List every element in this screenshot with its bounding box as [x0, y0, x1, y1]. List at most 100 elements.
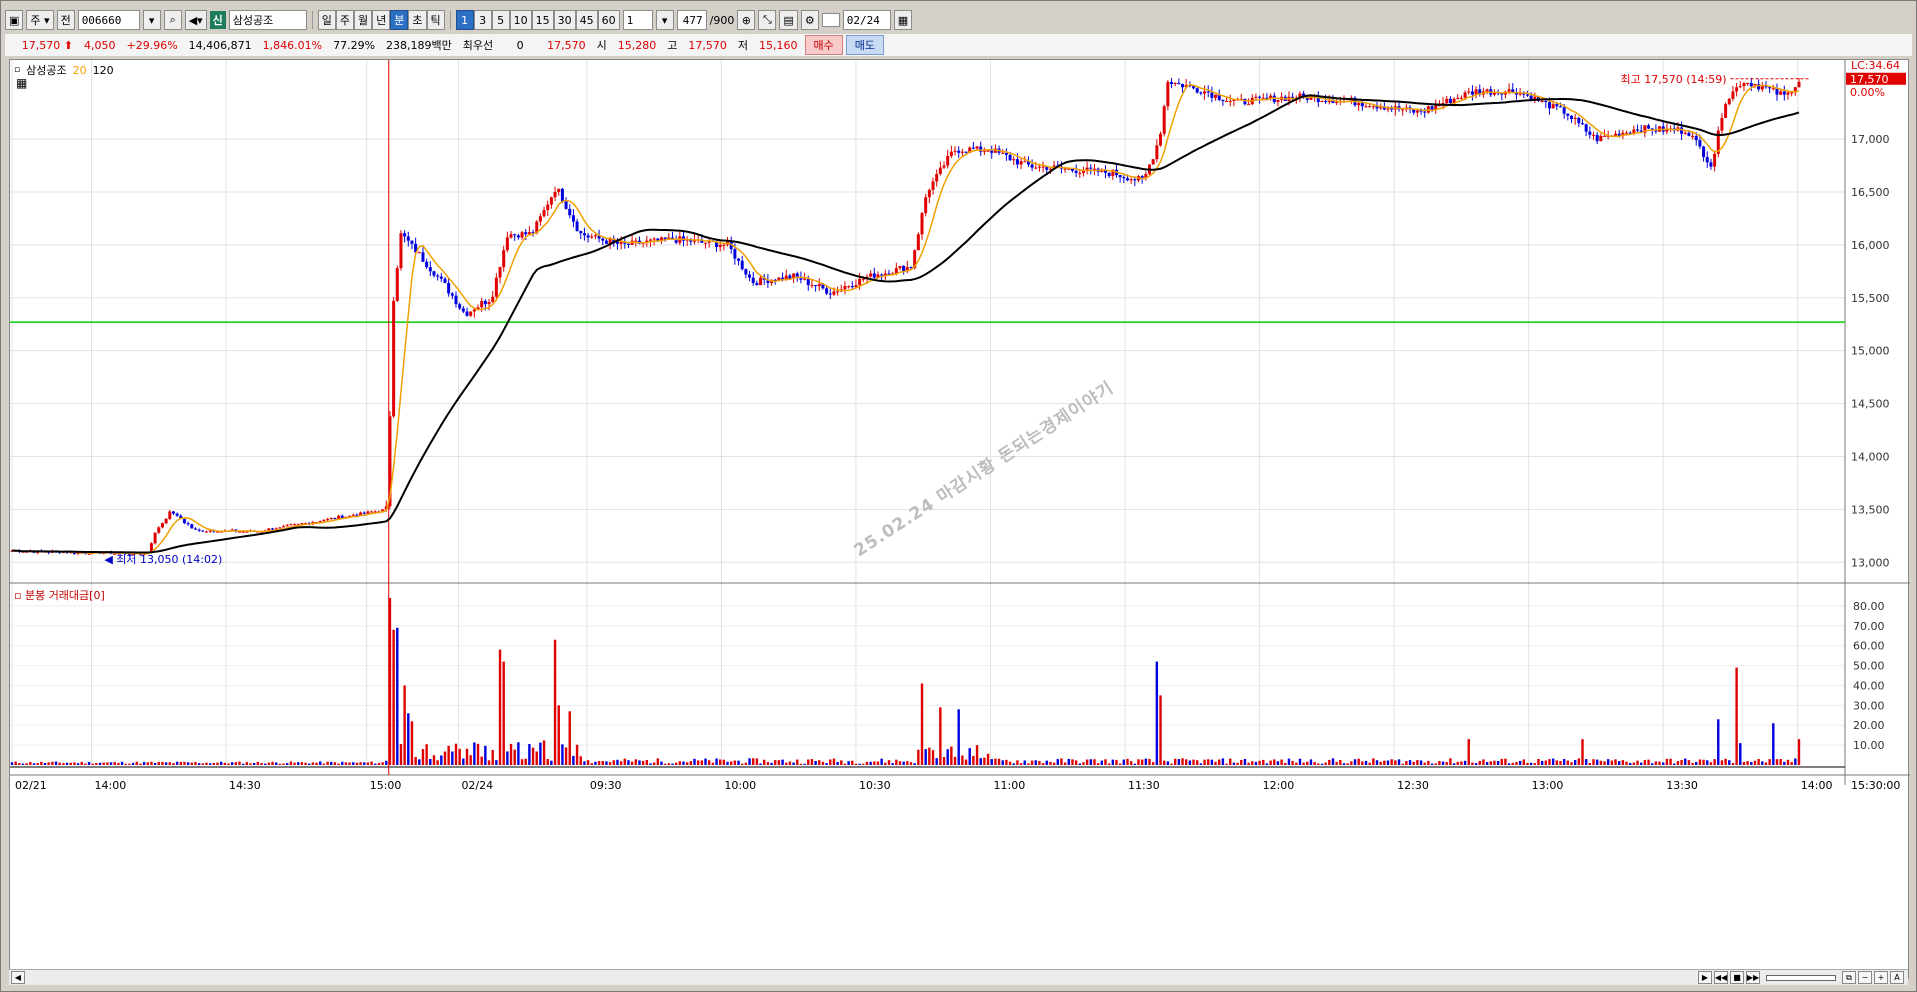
buy-button[interactable]: 매수 — [804, 35, 843, 55]
candle-body — [494, 277, 498, 297]
volume-bar — [832, 758, 836, 765]
gear-icon[interactable]: ⚙ — [800, 10, 819, 30]
minus-icon[interactable]: − — [1858, 971, 1872, 984]
volume-bar — [366, 762, 370, 765]
play-icon[interactable]: ▶ — [1698, 971, 1712, 984]
tab-4[interactable]: 분 — [390, 10, 409, 30]
volume-bar — [1023, 760, 1026, 765]
code-input[interactable]: 006660 — [77, 10, 140, 30]
date-checkbox[interactable] — [821, 13, 840, 27]
volume-bar — [1229, 758, 1232, 765]
volume-bar — [1397, 759, 1401, 765]
interval-60[interactable]: 60 — [597, 10, 620, 30]
candle-body — [920, 213, 924, 235]
scroll-left-icon[interactable]: ◀ — [11, 971, 25, 984]
interval-3[interactable]: 3 — [473, 10, 492, 30]
tab-1[interactable]: 주 — [335, 10, 355, 30]
candle-body — [1636, 129, 1640, 131]
interval-30[interactable]: 30 — [553, 10, 576, 30]
volume-bar — [469, 755, 472, 765]
candle-body — [509, 234, 513, 238]
volume-bar — [1302, 762, 1305, 765]
x-tick-label: 09:30 — [590, 779, 622, 792]
interval-15[interactable]: 15 — [531, 10, 554, 30]
volume-bar — [685, 762, 689, 765]
chevron-down-icon[interactable]: ▾ — [655, 10, 674, 30]
candle-body — [1507, 89, 1511, 92]
grid-icon[interactable]: ▦ — [16, 76, 27, 90]
interval-5[interactable]: 5 — [491, 10, 510, 30]
candle-body — [1459, 97, 1463, 99]
custom-interval-input[interactable]: 1 — [622, 10, 653, 30]
font-icon[interactable]: A — [1890, 971, 1904, 984]
volume-bar — [186, 762, 190, 765]
volume-bar — [447, 745, 450, 765]
volume-bar — [267, 762, 271, 765]
candle-body — [351, 514, 355, 516]
volume-bar — [1067, 758, 1070, 765]
search-icon[interactable]: ⌕ — [163, 10, 182, 30]
volume-bar — [909, 762, 913, 765]
price-tick-label: 15,500 — [1851, 292, 1890, 305]
tab-2[interactable]: 월 — [354, 10, 373, 30]
candle-body — [1558, 106, 1562, 108]
high-annotation: 최고 17,570 (14:59) — [1620, 73, 1726, 86]
date-input[interactable]: 02/24 — [842, 10, 891, 30]
calendar-icon[interactable]: ▦ — [893, 10, 913, 30]
tab-3[interactable]: 년 — [372, 10, 391, 30]
volume-bar — [1731, 762, 1735, 765]
volume-bar — [1452, 763, 1456, 765]
rewind-icon[interactable]: ◀◀ — [1714, 971, 1728, 984]
price-tick-label: 16,000 — [1851, 239, 1890, 252]
tab-0[interactable]: 일 — [317, 10, 336, 30]
tab-5[interactable]: 초 — [408, 10, 427, 30]
candle-body — [436, 275, 440, 277]
fast-forward-icon[interactable]: ▶▶ — [1746, 971, 1760, 984]
window-icon[interactable]: ▣ — [5, 10, 24, 30]
crosshair-icon[interactable]: ⤡ — [758, 10, 777, 30]
volume-bar — [1284, 762, 1287, 765]
volume-bar — [1651, 763, 1654, 765]
volume-bar — [1555, 760, 1559, 765]
volume-bar — [495, 760, 498, 765]
sell-button[interactable]: 매도 — [845, 35, 885, 55]
prev-button[interactable]: 전 — [56, 10, 75, 30]
volume-bar — [1085, 759, 1089, 765]
candle-body — [1551, 104, 1555, 109]
volume-bar — [674, 762, 678, 765]
volume-bar — [370, 761, 373, 765]
interval-10[interactable]: 10 — [509, 10, 532, 30]
stock-name-field[interactable]: 삼성공조 — [228, 10, 307, 30]
stop-icon[interactable]: ■ — [1730, 971, 1744, 984]
zoom-in-icon[interactable]: ⊕ — [737, 10, 756, 30]
save-icon[interactable]: ▤ — [779, 10, 798, 30]
volume-bar — [249, 763, 252, 765]
chart-area[interactable]: 13,000 13,500 14,000 14,500 15,000 15,500 16,0… — [9, 59, 1910, 980]
candle-body — [1749, 82, 1753, 87]
volume-bar — [157, 761, 160, 765]
candle-body — [461, 308, 465, 312]
volume-bar — [1537, 758, 1540, 765]
plus-icon[interactable]: + — [1874, 971, 1888, 984]
volume-bar — [649, 763, 652, 765]
volume-bar — [95, 763, 98, 765]
volume-bar — [1768, 759, 1771, 765]
candle-body — [502, 250, 506, 268]
dropdown-arrow-icon[interactable]: ▾ — [142, 10, 161, 30]
x-tick-label: 11:00 — [994, 779, 1026, 792]
count-input[interactable]: 477 — [676, 10, 707, 30]
volume-bar — [1786, 759, 1790, 765]
layout-icon[interactable]: ⧉ — [1842, 971, 1856, 984]
speaker-icon[interactable]: ◀▾ — [184, 10, 207, 30]
candle-body — [1698, 140, 1702, 147]
volume-bar — [858, 763, 861, 765]
period-select[interactable]: 주 ▾ — [26, 10, 54, 30]
interval-1[interactable]: 1 — [455, 10, 474, 30]
volume-bar — [1434, 763, 1437, 765]
interval-45[interactable]: 45 — [575, 10, 598, 30]
zoom-slider[interactable] — [1766, 974, 1836, 981]
scrollbar[interactable]: ◀ ▶ ◀◀ ■ ▶▶ ⧉ − + A — [9, 969, 1908, 985]
candlestick-chart[interactable]: 13,000 13,500 14,000 14,500 15,000 15,500 16,0… — [10, 60, 1910, 980]
volume-bar — [924, 749, 927, 765]
tab-6[interactable]: 틱 — [426, 10, 445, 30]
